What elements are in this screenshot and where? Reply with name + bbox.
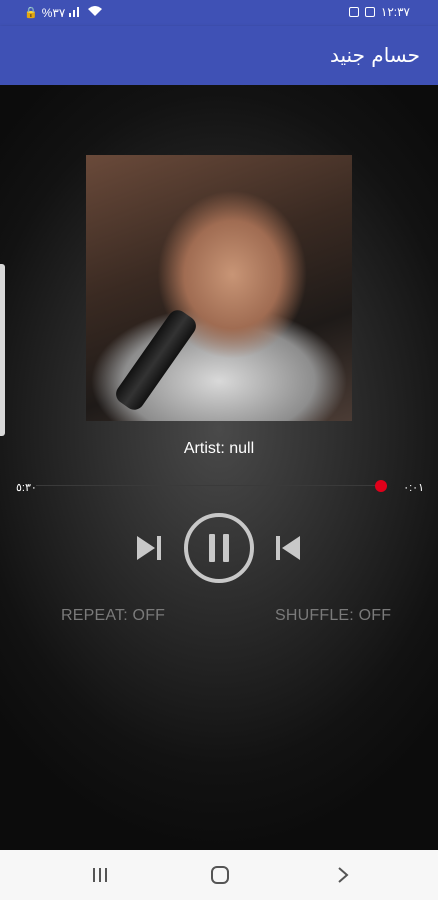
skip-previous-icon bbox=[276, 536, 300, 560]
previous-button[interactable] bbox=[272, 533, 304, 563]
elapsed-time: ٠:٠١ bbox=[403, 482, 424, 494]
home-icon bbox=[211, 866, 229, 884]
notification-icon bbox=[348, 7, 359, 17]
next-button[interactable] bbox=[133, 533, 165, 563]
skip-next-icon bbox=[137, 536, 161, 560]
seek-bar[interactable] bbox=[36, 485, 384, 486]
status-bar-right: ١٢:٣٧ bbox=[348, 5, 410, 19]
play-pause-button[interactable] bbox=[183, 512, 255, 584]
seek-thumb[interactable] bbox=[374, 480, 387, 492]
gallery-icon bbox=[364, 7, 375, 17]
navigation-bar bbox=[0, 850, 438, 900]
back-icon bbox=[338, 867, 349, 883]
wifi-icon bbox=[87, 5, 103, 21]
repeat-toggle[interactable]: REPEAT: OFF bbox=[61, 607, 165, 625]
edge-panel-handle[interactable] bbox=[0, 264, 5, 436]
recents-button[interactable] bbox=[70, 850, 130, 900]
battery-percent: %٣٧ bbox=[41, 6, 66, 20]
album-cover-image bbox=[86, 155, 352, 421]
app-bar: حسام جنيد bbox=[0, 26, 438, 85]
signal-icon bbox=[69, 5, 83, 21]
recents-icon bbox=[93, 868, 107, 882]
pause-icon bbox=[184, 513, 254, 583]
shuffle-toggle[interactable]: SHUFFLE: OFF bbox=[275, 607, 391, 625]
microphone-icon bbox=[112, 306, 200, 414]
lock-icon: 🔒 bbox=[24, 7, 38, 19]
status-bar-left: 🔒 %٣٧ bbox=[24, 5, 103, 21]
home-button[interactable] bbox=[190, 850, 250, 900]
clock: ١٢:٣٧ bbox=[380, 5, 410, 19]
back-button[interactable] bbox=[313, 850, 373, 900]
app-title: حسام جنيد bbox=[330, 43, 420, 67]
artist-label: Artist: null bbox=[183, 440, 255, 457]
total-time: ٥:٣٠ bbox=[16, 482, 37, 494]
status-bar: 🔒 %٣٧ ١٢:٣٧ bbox=[0, 0, 438, 26]
